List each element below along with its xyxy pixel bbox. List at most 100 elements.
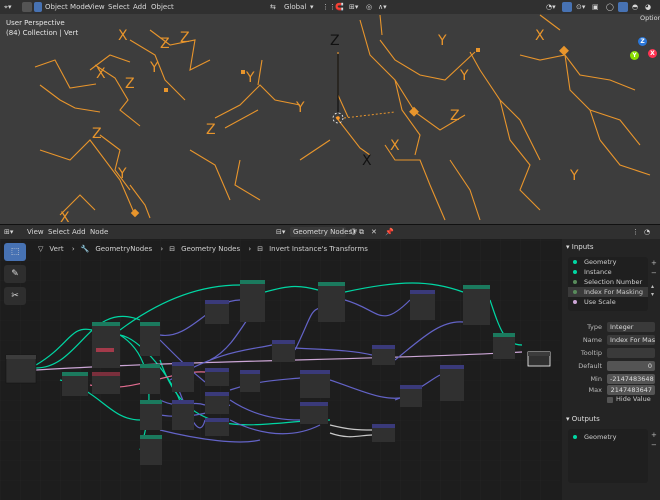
input-geometry[interactable]: Geometry bbox=[568, 257, 648, 267]
editor-type-icon[interactable]: ⌖▾ bbox=[4, 2, 11, 12]
svg-text:Y: Y bbox=[295, 100, 305, 116]
falloff-icon[interactable]: ∧▾ bbox=[378, 2, 387, 12]
breadcrumb-group[interactable]: Invert Instance's Transforms bbox=[269, 245, 368, 253]
input-use-scale[interactable]: Use Scale bbox=[568, 297, 648, 307]
breadcrumb-object-icon: ▽ bbox=[38, 245, 44, 253]
3d-viewport[interactable]: ⌖▾ Object Mode View Select Add Object ⇆ … bbox=[0, 0, 660, 224]
shading-rendered-icon[interactable]: ◕ bbox=[645, 2, 651, 12]
node-s bbox=[318, 282, 345, 322]
svg-text:Z: Z bbox=[450, 108, 460, 124]
add-output-icon[interactable]: + bbox=[651, 431, 657, 439]
snap-node-icon[interactable]: ⋮ bbox=[632, 227, 639, 237]
move-up-icon[interactable]: ▴ bbox=[651, 283, 654, 290]
node-a bbox=[62, 372, 88, 396]
node-canvas[interactable] bbox=[0, 239, 560, 500]
node-m bbox=[240, 280, 265, 322]
menu-add[interactable]: Add bbox=[72, 227, 86, 237]
pivot-icon[interactable]: ▾ bbox=[310, 2, 314, 12]
node-editor-type-icon[interactable]: ⊞▾ bbox=[4, 227, 13, 237]
outputs-panel-header[interactable]: ▾ Outputs bbox=[566, 413, 600, 425]
min-field[interactable]: -2147483648 bbox=[607, 374, 655, 384]
orientation-icon[interactable]: ⇆ bbox=[270, 2, 276, 12]
breadcrumb: ▽ Vert › 🔧 GeometryNodes › ⊟ Geometry Nodes ›… bbox=[38, 243, 374, 255]
breadcrumb-tree[interactable]: Geometry Nodes bbox=[181, 245, 240, 253]
breadcrumb-object[interactable]: Vert bbox=[49, 245, 63, 253]
integer-socket-icon bbox=[573, 290, 577, 294]
xray-icon[interactable]: ▣ bbox=[592, 2, 599, 12]
breadcrumb-separator-icon: › bbox=[160, 245, 164, 253]
select-mode-icon[interactable] bbox=[22, 2, 32, 12]
menu-select[interactable]: Select bbox=[48, 227, 70, 237]
gizmo-y-icon[interactable]: Y bbox=[630, 51, 639, 60]
svg-text:X: X bbox=[390, 138, 400, 154]
visibility-icon[interactable]: ◔▾ bbox=[546, 2, 556, 12]
type-label: Type bbox=[587, 323, 602, 331]
breadcrumb-modifier[interactable]: GeometryNodes bbox=[95, 245, 152, 253]
name-field[interactable]: Index For Mask... bbox=[607, 335, 655, 345]
viewport-canvas[interactable]: XZZ XZY Z ZY YY X YXY XYZ X Z bbox=[0, 14, 660, 224]
max-field[interactable]: 2147483647 bbox=[607, 385, 655, 395]
snap-toggle-icon[interactable]: 🧲 bbox=[335, 2, 344, 12]
default-field[interactable]: 0 bbox=[607, 361, 655, 371]
menu-node[interactable]: Node bbox=[90, 227, 108, 237]
transform-orientation-dropdown[interactable]: Global bbox=[284, 2, 306, 12]
overlays-icon[interactable]: ⊙▾ bbox=[576, 2, 585, 12]
shading-material-icon[interactable]: ◓ bbox=[632, 2, 638, 12]
menu-add[interactable]: Add bbox=[133, 2, 147, 12]
select-tool-icon[interactable]: ⬚ bbox=[4, 243, 26, 261]
input-index-for-masking[interactable]: Index For Masking bbox=[568, 287, 648, 297]
node-toolbar: ⬚ ✎ ✂ bbox=[4, 243, 26, 305]
node-f bbox=[140, 400, 162, 430]
menu-view[interactable]: View bbox=[88, 2, 105, 12]
inputs-list: Geometry Instance Selection Number Index… bbox=[568, 257, 648, 311]
object-mode-dropdown[interactable]: Object Mode bbox=[45, 2, 89, 12]
type-dropdown[interactable]: Integer bbox=[607, 322, 655, 332]
add-input-icon[interactable]: + bbox=[651, 259, 657, 267]
tooltip-field[interactable] bbox=[607, 348, 655, 358]
svg-text:X: X bbox=[96, 66, 106, 82]
empty-diamonds bbox=[130, 45, 569, 218]
node-p bbox=[240, 370, 260, 392]
menu-view[interactable]: View bbox=[27, 227, 44, 237]
link-cut-tool-icon[interactable]: ✂ bbox=[4, 287, 26, 305]
snap-target-icon[interactable]: ⊞▾ bbox=[349, 2, 358, 12]
annotate-tool-icon[interactable]: ✎ bbox=[4, 265, 26, 283]
inputs-panel-header[interactable]: ▾ Inputs bbox=[566, 241, 594, 253]
svg-text:X: X bbox=[362, 153, 372, 169]
default-label: Default bbox=[578, 362, 602, 370]
node-l bbox=[205, 418, 229, 436]
node-h bbox=[172, 362, 194, 392]
snap-icon[interactable]: ⋮⋮ bbox=[322, 2, 336, 12]
node-tree-browse-icon[interactable]: ⊟▾ bbox=[276, 227, 285, 237]
svg-text:Z: Z bbox=[92, 126, 102, 142]
gizmo-z-icon[interactable]: Z bbox=[638, 37, 647, 46]
unlink-icon[interactable]: ✕ bbox=[371, 227, 377, 237]
move-down-icon[interactable]: ▾ bbox=[651, 291, 654, 298]
input-selection-number[interactable]: Selection Number bbox=[568, 277, 648, 287]
menu-object[interactable]: Object bbox=[151, 2, 174, 12]
gizmo-toggle-icon[interactable] bbox=[562, 2, 572, 12]
tooltip-label: Tooltip bbox=[580, 349, 602, 357]
duplicate-icon[interactable]: ⧉ bbox=[359, 227, 364, 237]
shading-wire-icon[interactable]: ◯ bbox=[606, 2, 614, 12]
select-box-icon[interactable] bbox=[34, 2, 42, 12]
navigation-gizmo[interactable]: Z Y X bbox=[628, 35, 660, 75]
remove-output-icon[interactable]: − bbox=[651, 441, 657, 449]
node-e bbox=[140, 364, 160, 394]
proportional-edit-icon[interactable]: ◎ bbox=[366, 2, 372, 12]
svg-text:Y: Y bbox=[569, 168, 579, 184]
node-o bbox=[272, 340, 295, 362]
name-label: Name bbox=[582, 336, 602, 344]
output-geometry[interactable]: Geometry bbox=[568, 432, 648, 442]
gizmo-x-icon[interactable]: X bbox=[648, 49, 657, 58]
pin-icon[interactable]: 📌 bbox=[385, 227, 394, 237]
input-instance[interactable]: Instance bbox=[568, 267, 648, 277]
remove-input-icon[interactable]: − bbox=[651, 269, 657, 277]
menu-select[interactable]: Select bbox=[108, 2, 130, 12]
shading-solid-icon[interactable] bbox=[618, 2, 628, 12]
overlay-node-icon[interactable]: ◔ bbox=[644, 227, 650, 237]
fake-user-icon[interactable]: 🛡 bbox=[349, 227, 358, 237]
hide-value-checkbox[interactable] bbox=[607, 397, 613, 403]
empties-wireframes bbox=[34, 14, 651, 221]
node-tree-name[interactable]: Geometry Nodes bbox=[293, 227, 352, 237]
